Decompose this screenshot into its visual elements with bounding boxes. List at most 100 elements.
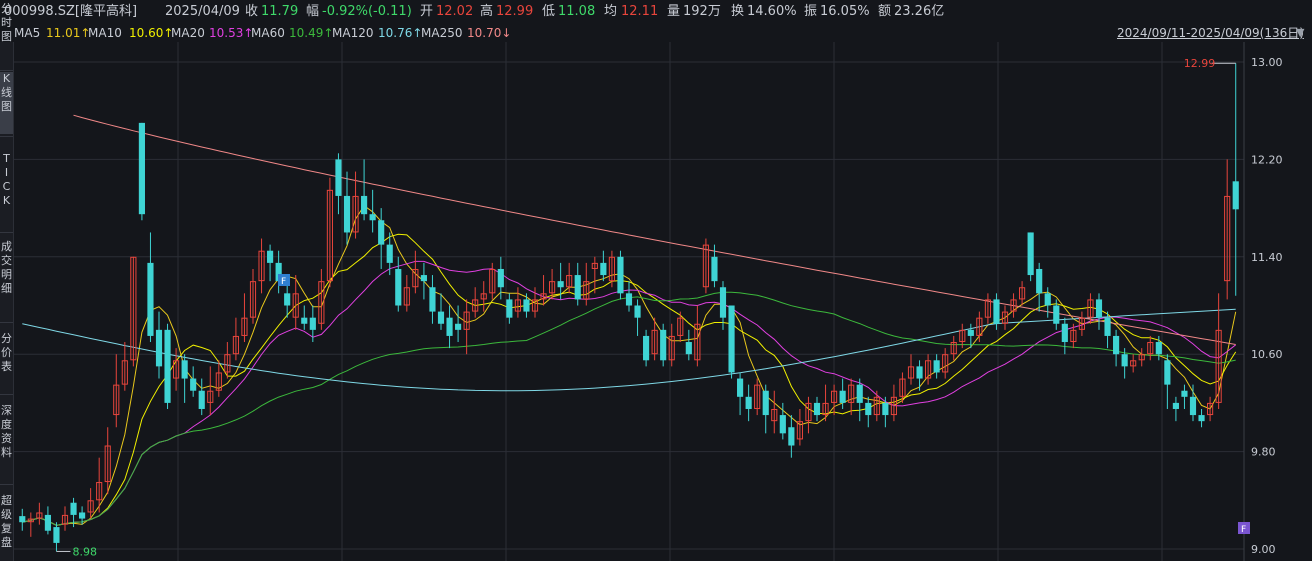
ma60-value: 10.49↑ xyxy=(289,26,334,40)
candle-body xyxy=(497,268,504,288)
ma20-value: 10.53↑ xyxy=(209,26,254,40)
candle-body xyxy=(839,390,846,403)
candle-body xyxy=(378,220,385,245)
candle-body xyxy=(1181,390,1188,397)
candle-body xyxy=(1172,402,1179,409)
amount-label: 额 xyxy=(878,4,892,19)
candle-body xyxy=(1113,335,1120,355)
ma10-value: 10.60↑ xyxy=(129,26,174,40)
candle-body xyxy=(1121,354,1128,367)
candle-body xyxy=(335,159,342,196)
candle-body xyxy=(190,378,197,391)
change-label: 幅 xyxy=(306,4,320,19)
view-sidebar: 分时图 K线图 TICK 成交明细 分价表 深度资料 超级复盘 xyxy=(0,2,14,561)
candle-body xyxy=(70,502,77,515)
ma-line xyxy=(73,114,1236,345)
y-tick-label: 9.00 xyxy=(1251,543,1276,556)
tab-price-table[interactable]: 分价表 xyxy=(0,332,13,382)
candle-body xyxy=(711,256,718,282)
low-value: 11.08 xyxy=(558,4,596,19)
turnover-label: 换 xyxy=(731,4,745,19)
candle-body xyxy=(1155,342,1162,355)
candle-body xyxy=(1104,317,1111,336)
candle-body xyxy=(138,122,145,215)
candle-body xyxy=(386,244,393,263)
event-marker-label: F xyxy=(281,277,286,287)
candle-body xyxy=(395,268,402,306)
candle-body xyxy=(309,317,316,330)
candle-body xyxy=(856,384,863,403)
candle-body xyxy=(455,323,462,330)
ma5-label: MA5 xyxy=(14,26,41,40)
candle-body xyxy=(506,299,513,318)
candle-body xyxy=(1189,396,1197,416)
date-range-selector[interactable]: 2024/09/11-2025/04/09(136日) xyxy=(1117,24,1304,42)
kline-chart[interactable]: 13.00 12.20 11.40 10.60 9.80 9.00 12.99 8.98 F F xyxy=(14,42,1312,561)
candle-body xyxy=(1053,305,1060,324)
stock-code: 000998.SZ[隆平高科] xyxy=(4,4,138,19)
candle-body xyxy=(574,275,581,300)
candle-body xyxy=(267,250,274,263)
tab-super-review[interactable]: 超级复盘 xyxy=(0,494,13,560)
y-tick-label: 11.40 xyxy=(1251,251,1283,264)
change-value: -0.92%(-0.11) xyxy=(322,4,412,19)
min-price-label: 8.98 xyxy=(72,545,97,558)
amplitude-label: 振 xyxy=(804,4,818,19)
candle-body xyxy=(1036,268,1043,294)
candle-body xyxy=(181,360,188,379)
candle-body xyxy=(1044,293,1051,306)
candle-body xyxy=(737,378,744,397)
candle-body xyxy=(643,335,650,361)
ma20-label: MA20 xyxy=(171,26,205,40)
candle-body xyxy=(53,527,60,543)
quote-header: 000998.SZ[隆平高科] 2025/04/09 收 11.79 幅 -0.… xyxy=(0,0,1312,24)
triangle-down-icon[interactable]: ▼ xyxy=(1296,24,1304,42)
open-label: 开 xyxy=(420,4,434,19)
candle-body xyxy=(728,305,735,373)
candle-body xyxy=(147,262,154,336)
candle-body xyxy=(625,293,633,306)
candle-body xyxy=(1095,299,1103,318)
candle-body xyxy=(813,402,821,416)
volume-label: 量 xyxy=(667,4,681,19)
candle-body xyxy=(557,281,564,288)
candle-body xyxy=(420,275,427,282)
candle-body xyxy=(164,329,171,403)
amount-value: 23.26亿 xyxy=(894,4,945,19)
candle-body xyxy=(446,317,453,336)
candle-body xyxy=(762,390,769,416)
ma120-label: MA120 xyxy=(332,26,374,40)
candle-body xyxy=(660,329,667,361)
avg-value: 12.11 xyxy=(621,4,659,19)
tab-tick[interactable]: TICK xyxy=(0,152,13,218)
candle-body xyxy=(523,299,530,312)
ma-line xyxy=(22,233,1237,526)
candle-body xyxy=(779,415,786,434)
candle-body xyxy=(1232,181,1239,210)
ma60-label: MA60 xyxy=(251,26,285,40)
candle-body xyxy=(1061,323,1068,343)
candle-body xyxy=(429,287,436,312)
max-price-label: 12.99 xyxy=(1184,57,1216,70)
open-value: 12.02 xyxy=(436,4,474,19)
y-tick-label: 9.80 xyxy=(1251,446,1276,459)
y-tick-label: 10.60 xyxy=(1251,348,1283,361)
candle-body xyxy=(993,299,1000,324)
candle-body xyxy=(634,305,641,318)
candle-body xyxy=(600,262,607,276)
candle-body xyxy=(788,427,795,446)
tab-trade-detail[interactable]: 成交明细 xyxy=(0,240,13,306)
ma5-value: 11.01↑ xyxy=(46,26,91,40)
volume-value: 192万 xyxy=(683,4,721,19)
low-label: 低 xyxy=(542,4,556,19)
candle-body xyxy=(198,390,205,409)
ma120-value: 10.76↑ xyxy=(378,26,423,40)
tab-kline[interactable]: K线图 xyxy=(0,72,13,134)
close-label: 收 xyxy=(245,4,259,19)
candle-body xyxy=(44,514,51,531)
candle-body xyxy=(1198,415,1205,422)
candle-body xyxy=(882,402,889,416)
tab-timeshare[interactable]: 分时图 xyxy=(0,2,13,43)
ma10-label: MA10 xyxy=(88,26,122,40)
tab-depth-data[interactable]: 深度资料 xyxy=(0,404,13,470)
